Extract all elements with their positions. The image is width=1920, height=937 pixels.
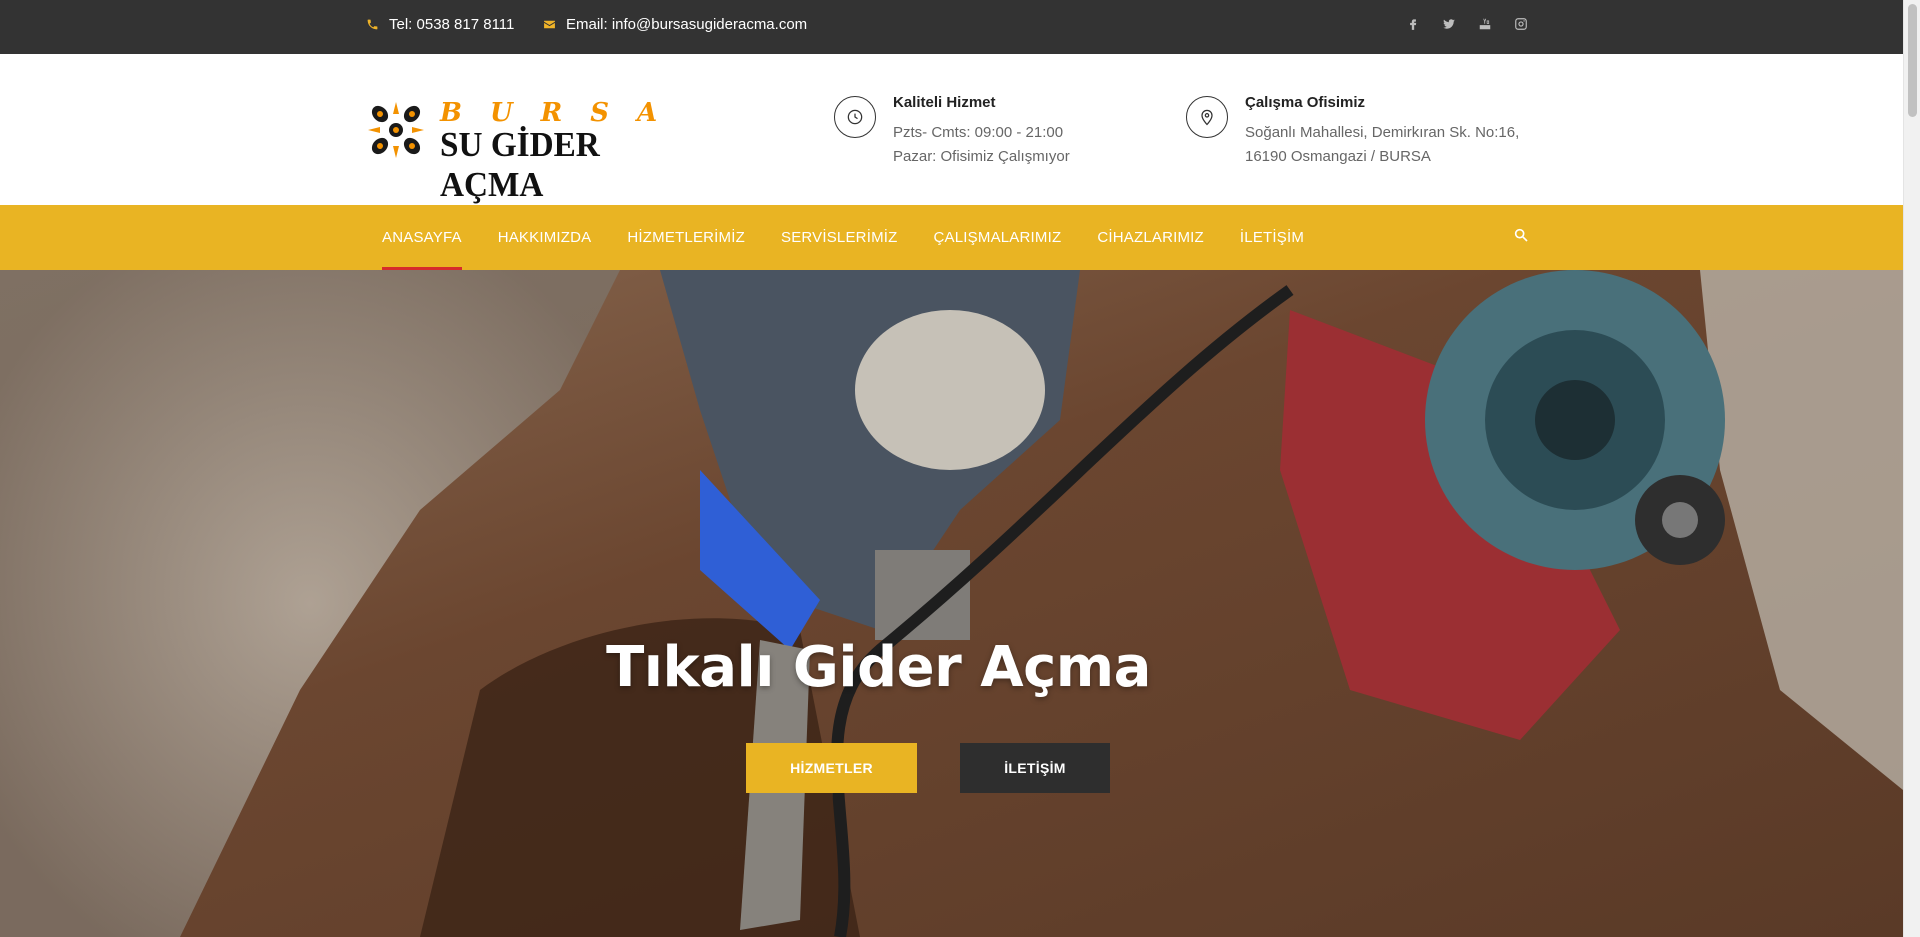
- nav-item-cihazlarimiz[interactable]: CİHAZLARIMIZ: [1079, 205, 1222, 270]
- main-navigation: ANASAYFA HAKKIMIZDA HİZMETLERİMİZ SERVİS…: [0, 205, 1903, 270]
- phone-contact[interactable]: Tel: 0538 817 8111: [365, 0, 514, 48]
- service-hours-weekday: Pzts- Cmts: 09:00 - 21:00: [893, 124, 1064, 141]
- office-address-block: Çalışma Ofisimiz Soğanlı Mahallesi, Demi…: [1186, 90, 1519, 169]
- phone-icon: [365, 17, 379, 31]
- nav-item-servislerimiz[interactable]: SERVİSLERİMİZ: [763, 205, 916, 270]
- envelope-icon: [542, 17, 556, 31]
- logo-text-title: SU GİDER AÇMA: [440, 125, 600, 204]
- nav-item-hizmetlerimiz[interactable]: HİZMETLERİMİZ: [609, 205, 763, 270]
- email-contact[interactable]: Email: info@bursasugideracma.com: [542, 0, 807, 48]
- service-title: Kaliteli Hizmet: [893, 94, 996, 111]
- nav-item-calismalarimiz[interactable]: ÇALIŞMALARIMIZ: [916, 205, 1080, 270]
- site-header: BURSA SU GİDER AÇMA Kaliteli Hizmet Pzts…: [0, 54, 1903, 205]
- nav-item-iletisim[interactable]: İLETİŞİM: [1222, 205, 1322, 270]
- clock-icon: [834, 96, 876, 138]
- service-hours-sunday: Pazar: Ofisimiz Çalışmıyor: [893, 148, 1070, 165]
- logo-mark-icon: [368, 102, 424, 158]
- logo-text-bursa: BURSA: [440, 98, 686, 128]
- scrollbar-thumb[interactable]: [1908, 4, 1917, 117]
- service-hours-block: Kaliteli Hizmet Pzts- Cmts: 09:00 - 21:0…: [834, 90, 1070, 169]
- social-links: [1404, 15, 1530, 33]
- site-logo[interactable]: BURSA SU GİDER AÇMA: [366, 98, 671, 204]
- contact-button[interactable]: İLETİŞİM: [960, 743, 1110, 793]
- phone-text: Tel: 0538 817 8111: [389, 15, 515, 33]
- hero-title: Tıkalı Gider Açma: [606, 635, 1151, 700]
- location-pin-icon: [1186, 96, 1228, 138]
- office-title: Çalışma Ofisimiz: [1245, 94, 1366, 111]
- office-address-line1: Soğanlı Mahallesi, Demirkıran Sk. No:16,: [1245, 124, 1520, 141]
- search-icon[interactable]: [1513, 227, 1533, 247]
- page-scrollbar[interactable]: [1903, 0, 1920, 937]
- nav-item-anasayfa[interactable]: ANASAYFA: [367, 205, 480, 270]
- youtube-icon[interactable]: [1476, 15, 1494, 33]
- email-text: Email: info@bursasugideracma.com: [566, 15, 808, 33]
- hero-slider: Tıkalı Gider Açma HİZMETLER İLETİŞİM: [0, 270, 1903, 937]
- facebook-icon[interactable]: [1404, 15, 1422, 33]
- office-address-line2: 16190 Osmangazi / BURSA: [1245, 148, 1431, 165]
- services-button[interactable]: HİZMETLER: [746, 743, 917, 793]
- hero-background-image: [0, 270, 1903, 937]
- instagram-icon[interactable]: [1512, 15, 1530, 33]
- nav-item-hakkimizda[interactable]: HAKKIMIZDA: [480, 205, 610, 270]
- twitter-icon[interactable]: [1440, 15, 1458, 33]
- top-bar: Tel: 0538 817 8111 Email: info@bursasugi…: [0, 0, 1903, 54]
